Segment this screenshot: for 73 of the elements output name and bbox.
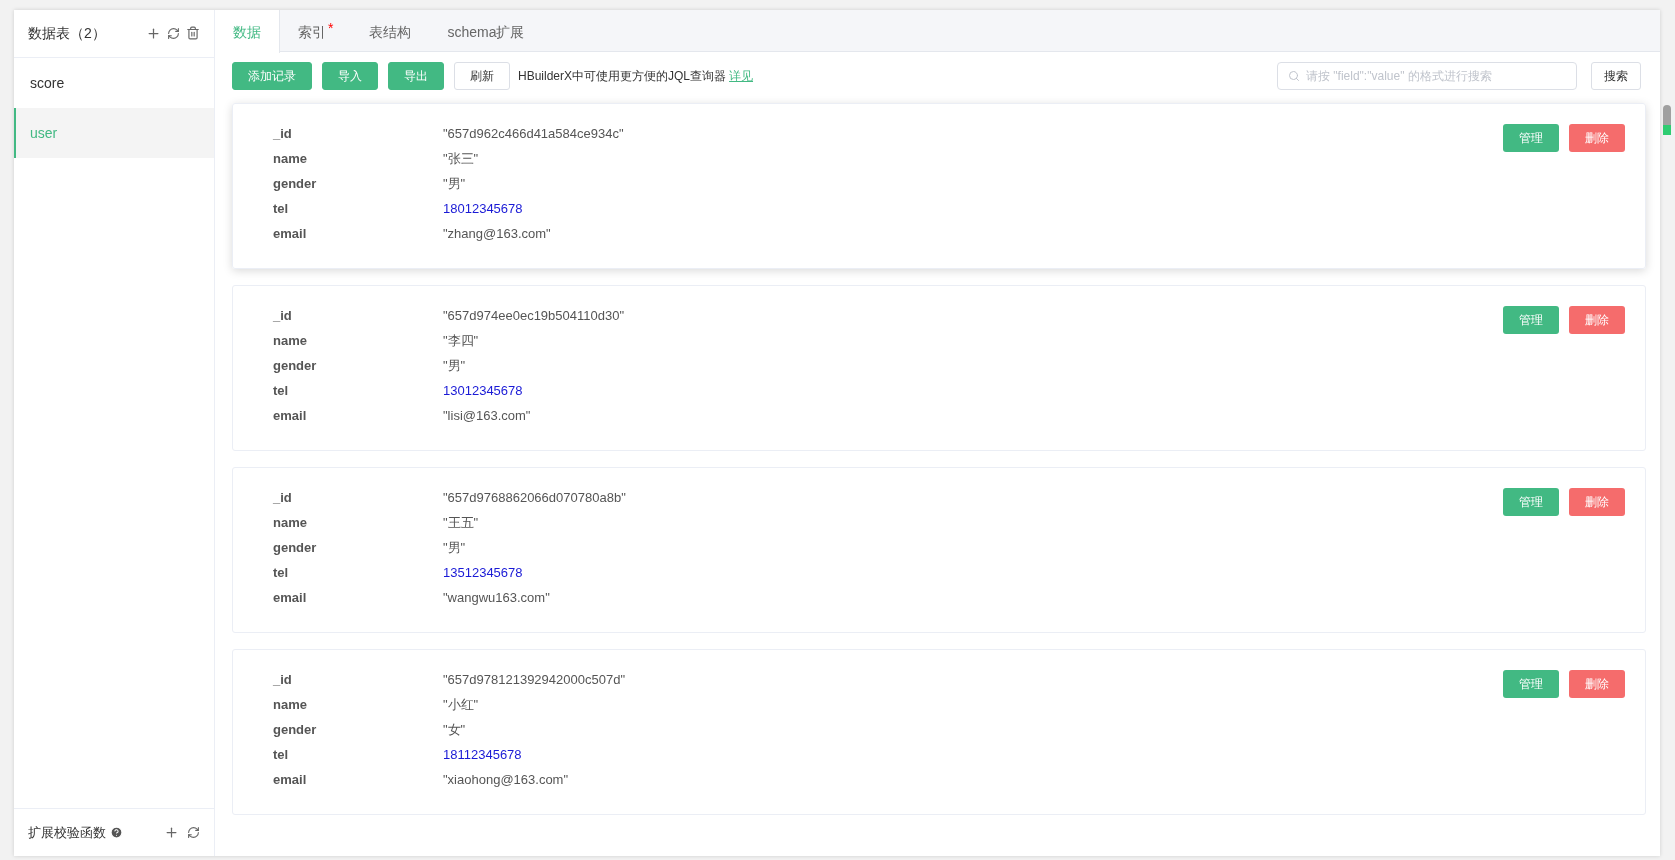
search-field[interactable]: 请按 "field":"value" 的格式进行搜索 (1277, 62, 1577, 90)
field-value: "657d978121392942000c507d" (443, 671, 626, 690)
add-icon[interactable] (164, 825, 179, 840)
hint-text: HBuilderX中可使用更方便的JQL查询器 (518, 68, 727, 85)
field-value: "男" (443, 357, 466, 376)
footer-title: 扩展校验函数 (28, 823, 106, 842)
tab[interactable]: 表结构 (351, 10, 430, 53)
manage-button[interactable]: 管理 (1503, 670, 1559, 698)
field-value: 13512345678 (443, 564, 523, 583)
delete-button[interactable]: 删除 (1569, 670, 1625, 698)
field-key: gender (273, 720, 443, 740)
field-key: email (273, 770, 443, 790)
toolbar-button[interactable]: 导入 (322, 62, 378, 90)
field-value: "657d962c466d41a584ce934c" (443, 125, 624, 144)
manage-button[interactable]: 管理 (1503, 306, 1559, 334)
toolbar-button[interactable]: 刷新 (454, 62, 510, 90)
details-link[interactable]: 详见 (729, 67, 754, 85)
toolbar-button[interactable]: 添加记录 (232, 62, 312, 90)
field-value: "wangwu163.com" (443, 589, 550, 608)
field-value: 13012345678 (443, 382, 523, 401)
toolbar-button[interactable]: 导出 (388, 62, 444, 90)
field-key: gender (273, 538, 443, 558)
field-key: email (273, 588, 443, 608)
required-mark: * (328, 19, 334, 38)
field-key: _id (273, 306, 443, 326)
tab[interactable]: 索引* (280, 10, 352, 53)
tab[interactable]: schema扩展 (429, 10, 543, 53)
field-key: tel (273, 381, 443, 401)
field-key: _id (273, 124, 443, 144)
field-value: "zhang@163.com" (443, 225, 551, 244)
manage-button[interactable]: 管理 (1503, 488, 1559, 516)
help-icon[interactable] (110, 826, 123, 839)
sidebar-item[interactable]: score (14, 58, 214, 108)
field-value: "李四" (443, 332, 479, 351)
field-key: gender (273, 174, 443, 194)
field-key: email (273, 406, 443, 426)
field-value: "657d9768862066d070780a8b" (443, 489, 626, 508)
field-key: tel (273, 563, 443, 583)
field-key: name (273, 695, 443, 715)
manage-button[interactable]: 管理 (1503, 124, 1559, 152)
field-value: "男" (443, 539, 466, 558)
search-button[interactable]: 搜索 (1591, 62, 1641, 90)
field-value: "女" (443, 721, 466, 740)
delete-button[interactable]: 删除 (1569, 306, 1625, 334)
sidebar-title: 数据表（2） (28, 24, 106, 43)
field-key: name (273, 149, 443, 169)
field-key: gender (273, 356, 443, 376)
field-value: "lisi@163.com" (443, 407, 531, 426)
sidebar-item[interactable]: user (14, 108, 214, 158)
field-value: "张三" (443, 150, 479, 169)
delete-button[interactable]: 删除 (1569, 488, 1625, 516)
field-value: 18012345678 (443, 200, 523, 219)
field-value: "657d974ee0ec19b504110d30" (443, 307, 625, 326)
field-value: 18112345678 (443, 746, 522, 765)
tab[interactable]: 数据 (215, 10, 280, 53)
refresh-icon[interactable] (167, 27, 180, 40)
field-value: "王五" (443, 514, 479, 533)
add-icon[interactable] (146, 26, 161, 41)
delete-icon[interactable] (186, 26, 200, 40)
field-key: _id (273, 670, 443, 690)
field-value: "男" (443, 175, 466, 194)
field-value: "xiaohong@163.com" (443, 771, 569, 790)
field-key: tel (273, 745, 443, 765)
refresh-icon[interactable] (187, 826, 200, 839)
field-key: _id (273, 488, 443, 508)
field-key: name (273, 513, 443, 533)
search-icon (1288, 70, 1300, 82)
field-key: email (273, 224, 443, 244)
field-value: "小红" (443, 696, 479, 715)
scrollbar[interactable] (1663, 105, 1671, 135)
delete-button[interactable]: 删除 (1569, 124, 1625, 152)
field-key: tel (273, 199, 443, 219)
field-key: name (273, 331, 443, 351)
